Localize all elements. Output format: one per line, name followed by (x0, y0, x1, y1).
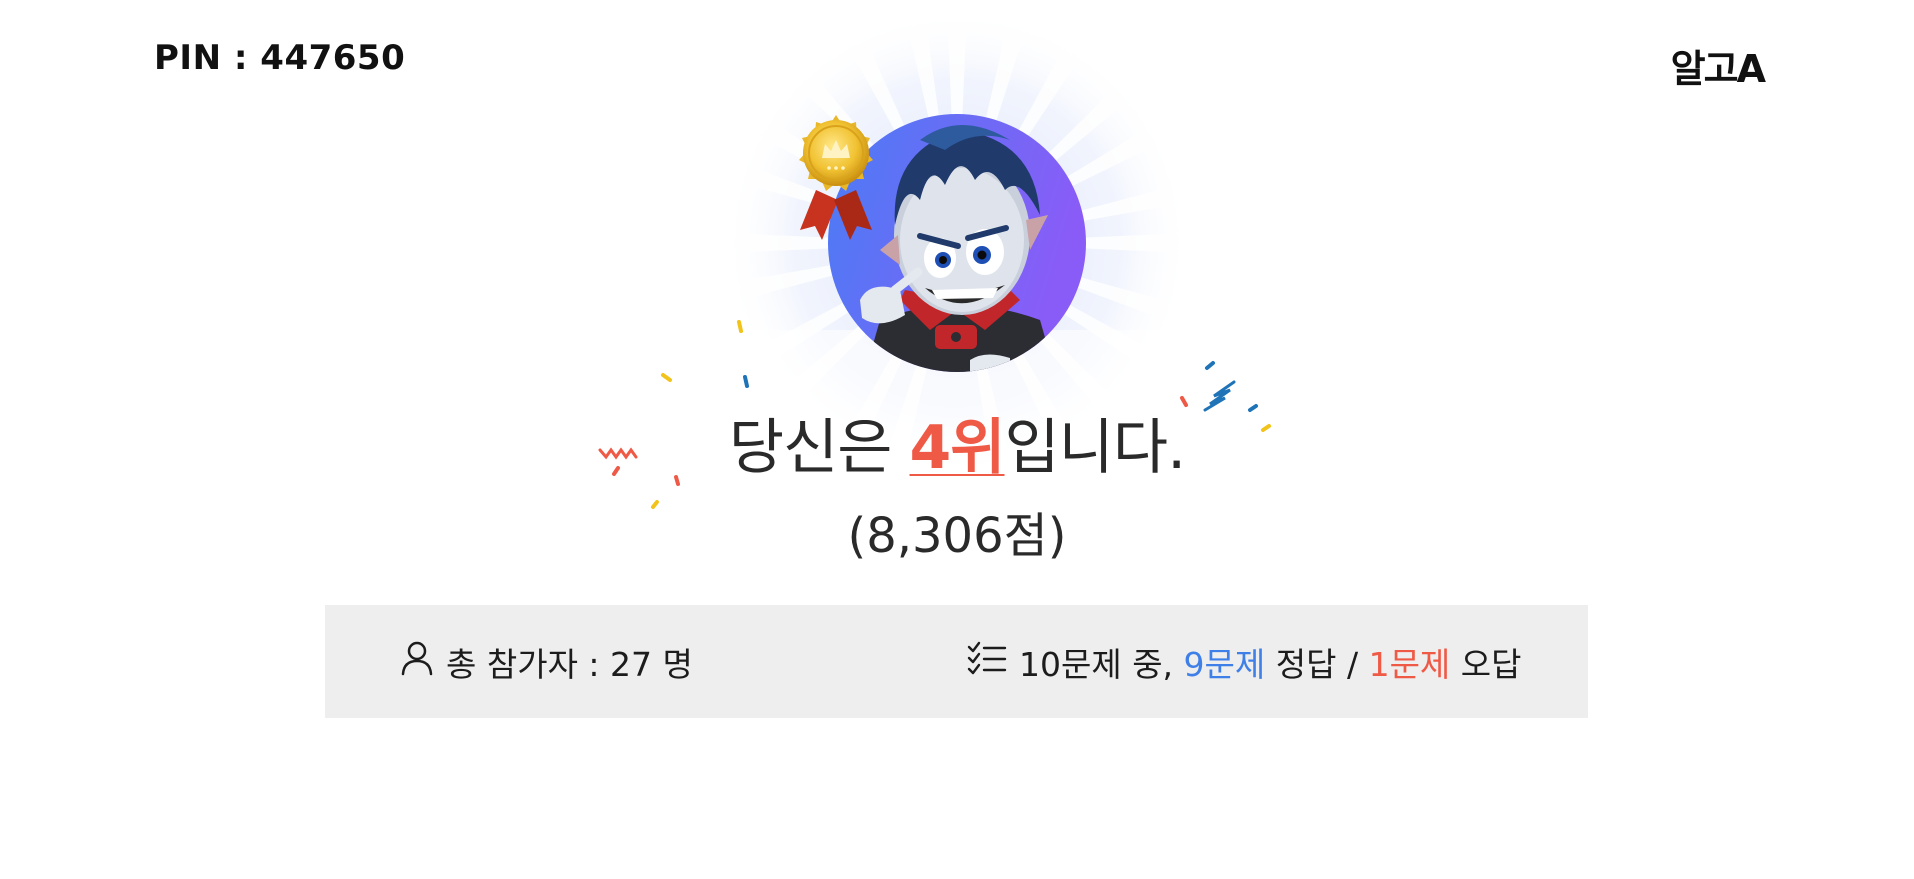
stats-bar: 총 참가자 : 27 명 10문제 중, 9문제 정답 / 1문제 오답 (325, 605, 1588, 718)
correct-count: 9문제 (1183, 644, 1266, 684)
total-questions: 10문제 중, (1019, 644, 1184, 684)
wrong-suffix: 오답 (1450, 644, 1522, 684)
rank-prefix: 당신은 (728, 413, 910, 483)
participants-label: 총 참가자 : 27 명 (446, 644, 693, 684)
rank-suffix: 입니다. (1004, 413, 1186, 483)
participants-stat: 총 참가자 : 27 명 (400, 605, 693, 718)
results-stat: 10문제 중, 9문제 정답 / 1문제 오답 (967, 605, 1522, 718)
user-icon (400, 640, 434, 684)
quiz-result-page: PIN : 447650 알고A 당신은 4위입니다. (8,306점) 총 참… (0, 0, 1914, 879)
correct-suffix: 정답 / (1265, 644, 1369, 684)
rank-value: 4위 (909, 413, 1006, 483)
wrong-count: 1문제 (1368, 644, 1451, 684)
score-value: (8,306점) (847, 508, 1067, 564)
checklist-icon (967, 641, 1007, 683)
rank-message: 당신은 4위입니다. (0, 418, 1914, 478)
